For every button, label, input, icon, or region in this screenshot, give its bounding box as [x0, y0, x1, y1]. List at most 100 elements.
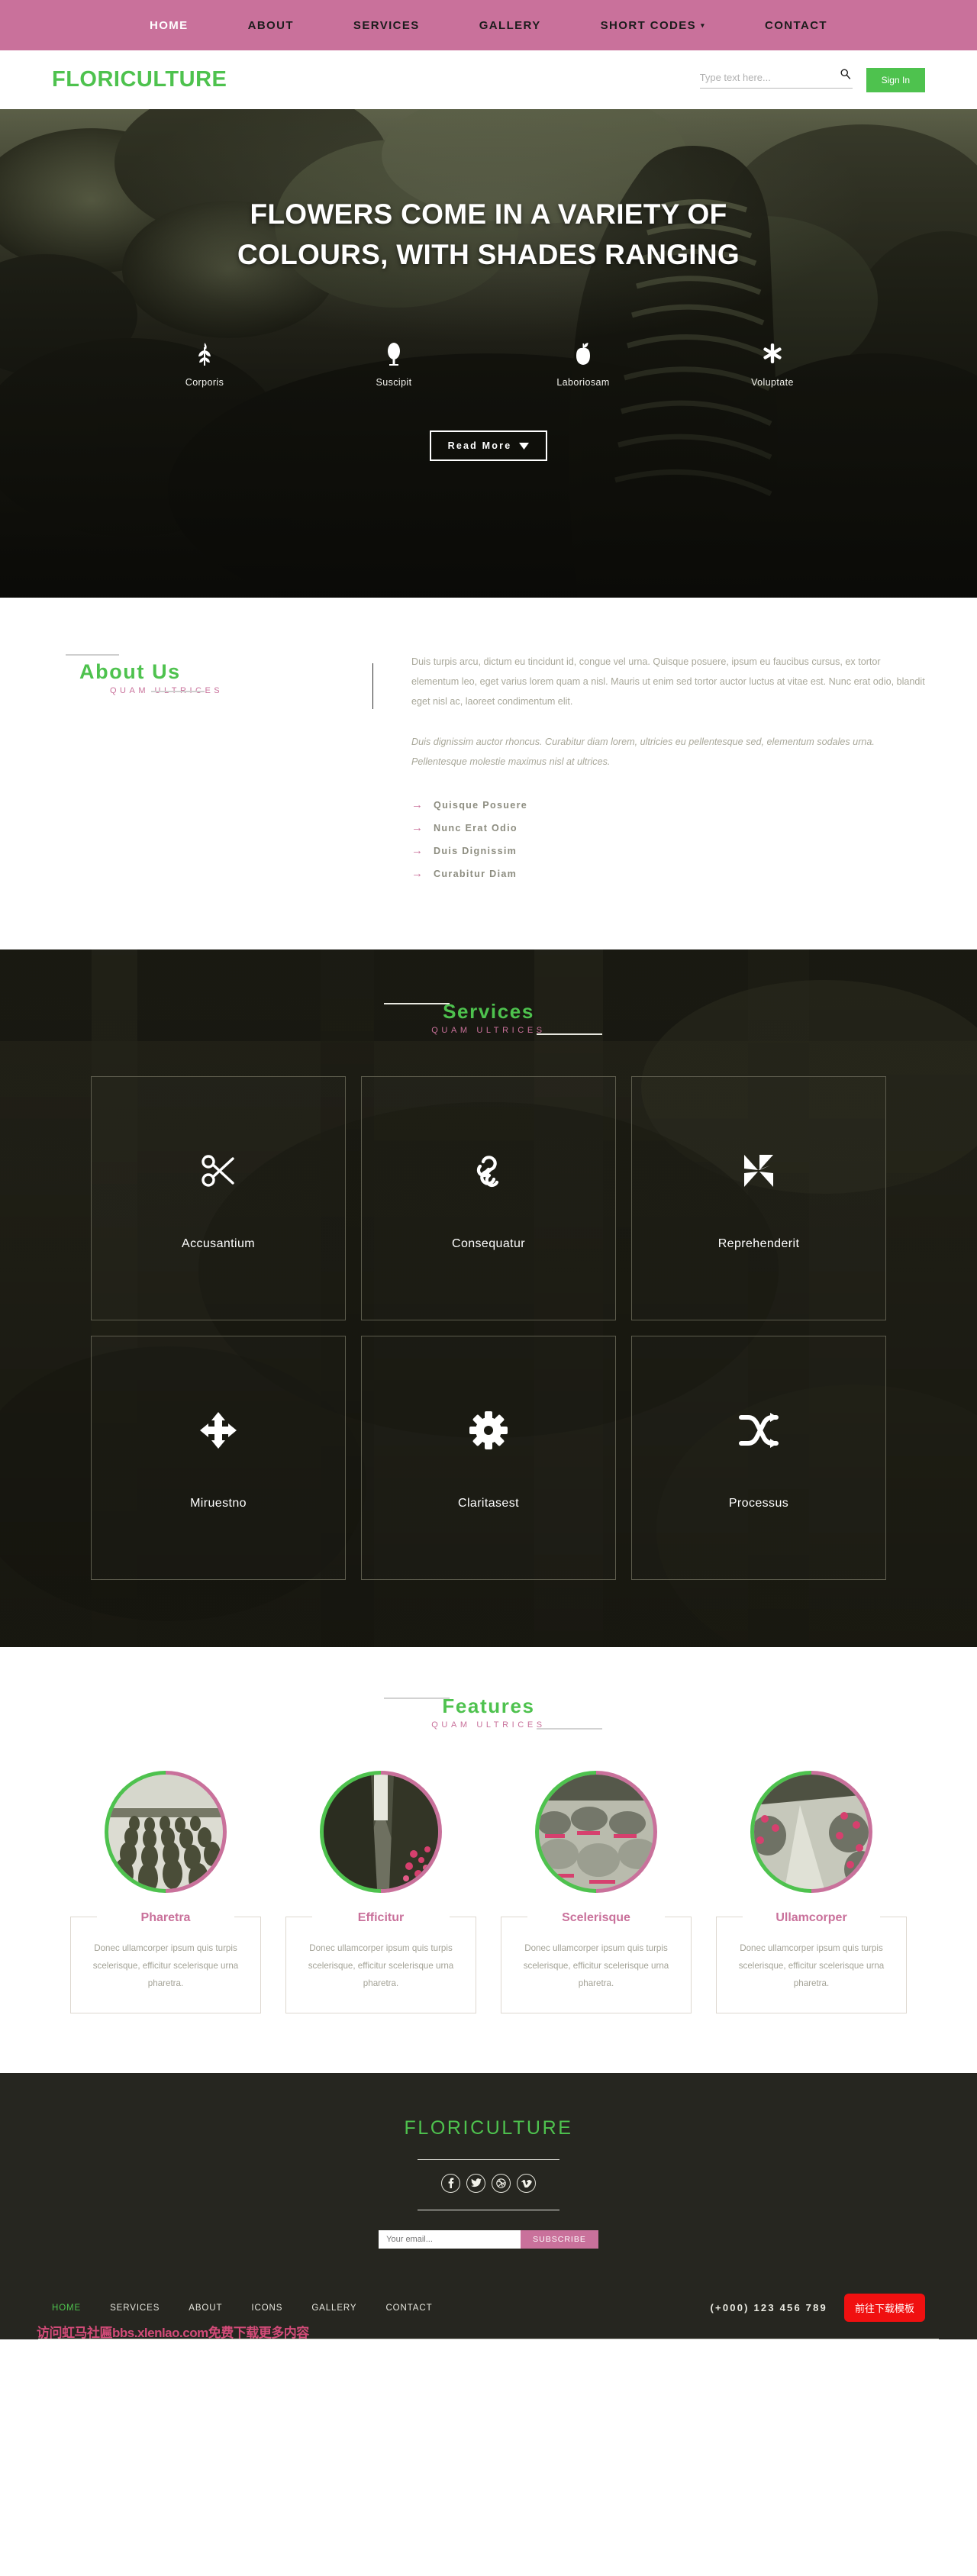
- features-grid: Pharetra Donec ullamcorper ipsum quis tu…: [0, 1771, 977, 2013]
- read-more-button[interactable]: Read More: [429, 430, 548, 462]
- service-card-label: Processus: [728, 1497, 789, 1510]
- heading-dash-bottom: [536, 1728, 602, 1730]
- footer-divider-top: [418, 2158, 559, 2160]
- list-item[interactable]: → Duis Dignissim: [411, 844, 925, 857]
- footer-nav-about[interactable]: ABOUT: [189, 2304, 222, 2313]
- dribbble-icon[interactable]: [492, 2173, 511, 2193]
- list-item[interactable]: → Quisque Posuere: [411, 798, 925, 811]
- footer-section: FLORICULTURE SUBSCRIBE HOME SERVICES ABO…: [0, 2072, 977, 2340]
- features-title: Features: [442, 1694, 535, 1718]
- nursery-rows-photo: [108, 1775, 223, 1890]
- flower-beds-photo: [539, 1775, 653, 1890]
- hero-feature-laboriosam[interactable]: Laboriosam: [488, 340, 678, 388]
- feature-card-body: Donec ullamcorper ipsum quis turpis scel…: [501, 1917, 692, 2013]
- search-container: [699, 69, 853, 89]
- list-item-label: Curabitur Diam: [434, 868, 518, 879]
- gear-icon: [469, 1405, 508, 1456]
- search-icon[interactable]: [840, 68, 851, 83]
- feature-card-body: Donec ullamcorper ipsum quis turpis scel…: [285, 1917, 476, 2013]
- top-nav-items: HOME ABOUT SERVICES GALLERY SHORT CODES ▾…: [150, 19, 827, 32]
- hero-feature-label: Corporis: [185, 377, 224, 388]
- services-grid: Accusantium Consequatur Reprehenderit Mi…: [0, 1076, 977, 1581]
- feature-card-body: Donec ullamcorper ipsum quis turpis scel…: [716, 1917, 907, 2013]
- list-item[interactable]: → Curabitur Diam: [411, 867, 925, 880]
- nav-item-about[interactable]: ABOUT: [248, 19, 294, 32]
- service-card-accusantium[interactable]: Accusantium: [91, 1076, 346, 1321]
- hero-title: FLOWERS COME IN A VARIETY OF COLOURS, WI…: [237, 198, 740, 270]
- heading-dash-top: [384, 1003, 450, 1005]
- greenhouse-path-photo: [324, 1775, 438, 1890]
- feature-image-ring[interactable]: [750, 1771, 872, 1894]
- about-divider: [372, 663, 373, 709]
- heading-dash-top: [384, 1697, 450, 1700]
- service-card-consequatur[interactable]: Consequatur: [361, 1076, 616, 1321]
- hero-feature-suscipit[interactable]: Suscipit: [299, 340, 488, 388]
- download-template-button[interactable]: 前往下载模板: [843, 2294, 925, 2323]
- nav-item-gallery[interactable]: GALLERY: [479, 19, 541, 32]
- feature-card-scelerisque: Scelerisque Donec ullamcorper ipsum quis…: [501, 1771, 692, 2013]
- arrow-right-icon: →: [411, 821, 423, 835]
- service-card-reprehenderit[interactable]: Reprehenderit: [631, 1076, 886, 1321]
- hero-feature-voluptate[interactable]: Voluptate: [678, 340, 867, 388]
- facebook-icon[interactable]: [441, 2173, 460, 2193]
- footer-logo[interactable]: FLORICULTURE: [0, 2117, 977, 2139]
- feature-image-ring[interactable]: [320, 1771, 442, 1894]
- feature-image-ring[interactable]: [105, 1771, 227, 1894]
- about-heading-column: About Us QUAM ULTRICES: [52, 648, 372, 890]
- scissors-icon: [198, 1146, 238, 1196]
- service-card-miruestno[interactable]: Miruestno: [91, 1336, 346, 1581]
- service-card-label: Claritasest: [458, 1497, 519, 1510]
- tree-icon: [299, 340, 488, 366]
- feature-card-pharetra: Pharetra Donec ullamcorper ipsum quis tu…: [70, 1771, 261, 2013]
- email-field[interactable]: [379, 2229, 521, 2249]
- service-card-label: Consequatur: [451, 1237, 526, 1251]
- arrow-right-icon: →: [411, 798, 423, 812]
- arrow-right-icon: →: [411, 844, 423, 858]
- footer-bottom-bar: HOME SERVICES ABOUT ICONS GALLERY CONTAC…: [0, 2285, 977, 2340]
- feature-image-ring[interactable]: [535, 1771, 657, 1894]
- list-item-label: Nunc Erat Odio: [434, 822, 518, 833]
- feature-card-text: Donec ullamcorper ipsum quis turpis scel…: [92, 1943, 239, 1989]
- top-navigation-bar: HOME ABOUT SERVICES GALLERY SHORT CODES ▾…: [0, 0, 977, 50]
- twitter-icon[interactable]: [466, 2173, 485, 2193]
- nav-item-short-codes[interactable]: SHORT CODES ▾: [601, 19, 705, 32]
- greenhouse-blooms-photo: [754, 1775, 869, 1890]
- list-item[interactable]: → Nunc Erat Odio: [411, 821, 925, 834]
- wheat-sprout-icon: [110, 340, 299, 366]
- hero-content: FLOWERS COME IN A VARIETY OF COLOURS, WI…: [0, 109, 977, 462]
- subscribe-button[interactable]: SUBSCRIBE: [521, 2229, 598, 2249]
- footer-nav-services[interactable]: SERVICES: [110, 2304, 160, 2313]
- arrows-move-icon: [198, 1405, 238, 1456]
- read-more-label: Read More: [447, 440, 512, 452]
- about-bullet-list: → Quisque Posuere → Nunc Erat Odio → Duis D…: [411, 798, 925, 880]
- nav-item-label: GALLERY: [479, 18, 541, 32]
- footer-nav-gallery[interactable]: GALLERY: [311, 2304, 356, 2313]
- sign-in-button[interactable]: Sign In: [866, 67, 925, 92]
- hero-feature-label: Suscipit: [376, 377, 412, 388]
- nav-item-contact[interactable]: CONTACT: [765, 19, 827, 32]
- search-input[interactable]: [699, 71, 822, 83]
- footer-nav-icons[interactable]: ICONS: [251, 2304, 282, 2313]
- flower-asterisk-icon: [678, 340, 867, 366]
- footer-nav-contact[interactable]: CONTACT: [385, 2304, 432, 2313]
- hero-feature-corporis[interactable]: Corporis: [110, 340, 299, 388]
- site-logo[interactable]: FLORICULTURE: [52, 67, 227, 92]
- hero-feature-label: Voluptate: [751, 377, 794, 388]
- footer-nav-home[interactable]: HOME: [52, 2304, 81, 2313]
- service-card-label: Reprehenderit: [717, 1237, 800, 1251]
- service-card-processus[interactable]: Processus: [631, 1336, 886, 1581]
- service-card-claritasest[interactable]: Claritasest: [361, 1336, 616, 1581]
- chevron-down-icon: [519, 442, 530, 450]
- chevron-down-icon: ▾: [701, 21, 705, 29]
- nav-item-home[interactable]: HOME: [150, 19, 189, 32]
- vimeo-icon[interactable]: [517, 2173, 536, 2193]
- chain-link-icon: [469, 1146, 508, 1196]
- nav-item-label: CONTACT: [764, 18, 827, 32]
- heading-dash-bottom: [536, 1033, 602, 1036]
- about-heading: About Us QUAM ULTRICES: [52, 654, 223, 695]
- features-section: Features QUAM ULTRICES Pharetra Donec ul…: [0, 1647, 977, 2073]
- nav-item-services[interactable]: SERVICES: [353, 19, 420, 32]
- footer-phone-number: (+000) 123 456 789: [710, 2302, 827, 2314]
- features-heading: Features QUAM ULTRICES: [0, 1694, 977, 1731]
- about-paragraph-1: Duis turpis arcu, dictum eu tincidunt id…: [411, 656, 925, 707]
